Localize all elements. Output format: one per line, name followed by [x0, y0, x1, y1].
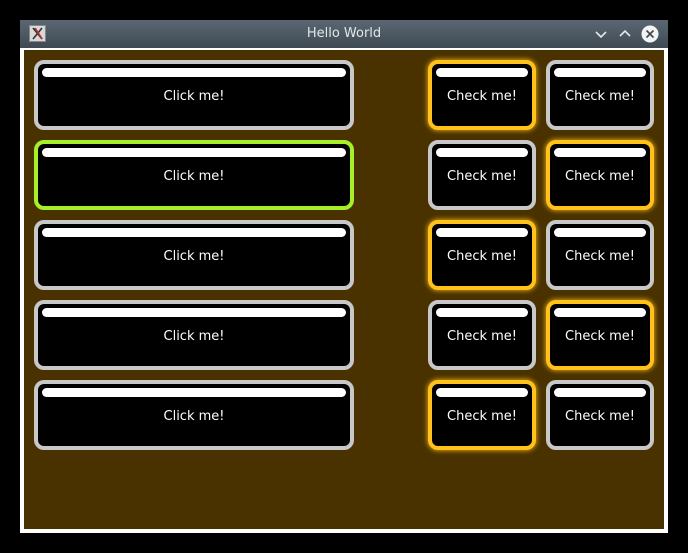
button-label: Click me! — [163, 408, 225, 424]
click-button-4[interactable]: Click me! — [34, 300, 354, 370]
button-label: Click me! — [163, 248, 225, 264]
check-button-3-2[interactable]: Check me! — [546, 220, 654, 290]
click-button-2[interactable]: Click me! — [34, 140, 354, 210]
minimize-icon[interactable] — [591, 24, 611, 44]
click-button-5[interactable]: Click me! — [34, 380, 354, 450]
window-title: Hello World — [306, 26, 382, 41]
check-button-label: Check me! — [565, 88, 635, 104]
click-button-1[interactable]: Click me! — [34, 60, 354, 130]
check-button-2-2[interactable]: Check me! — [546, 140, 654, 210]
check-button-label: Check me! — [565, 408, 635, 424]
check-button-1-2[interactable]: Check me! — [546, 60, 654, 130]
close-icon[interactable] — [640, 24, 660, 44]
button-label: Click me! — [163, 88, 225, 104]
window-content: Click me! Click me! Click me! Click me! … — [24, 50, 664, 529]
check-button-label: Check me! — [565, 168, 635, 184]
button-label: Click me! — [163, 328, 225, 344]
button-label: Click me! — [163, 168, 225, 184]
check-button-4-1[interactable]: Check me! — [428, 300, 536, 370]
check-button-label: Check me! — [447, 408, 517, 424]
check-button-3-1[interactable]: Check me! — [428, 220, 536, 290]
check-button-label: Check me! — [447, 248, 517, 264]
app-window: Hello World Click me! Click me! Click me… — [20, 20, 668, 533]
check-button-2-1[interactable]: Check me! — [428, 140, 536, 210]
title-bar[interactable]: Hello World — [20, 20, 668, 48]
check-button-label: Check me! — [447, 88, 517, 104]
click-button-3[interactable]: Click me! — [34, 220, 354, 290]
check-button-label: Check me! — [447, 328, 517, 344]
check-button-5-2[interactable]: Check me! — [546, 380, 654, 450]
check-button-4-2[interactable]: Check me! — [546, 300, 654, 370]
check-button-label: Check me! — [565, 248, 635, 264]
check-button-1-1[interactable]: Check me! — [428, 60, 536, 130]
check-button-label: Check me! — [447, 168, 517, 184]
check-button-label: Check me! — [565, 328, 635, 344]
check-button-5-1[interactable]: Check me! — [428, 380, 536, 450]
maximize-icon[interactable] — [615, 24, 635, 44]
